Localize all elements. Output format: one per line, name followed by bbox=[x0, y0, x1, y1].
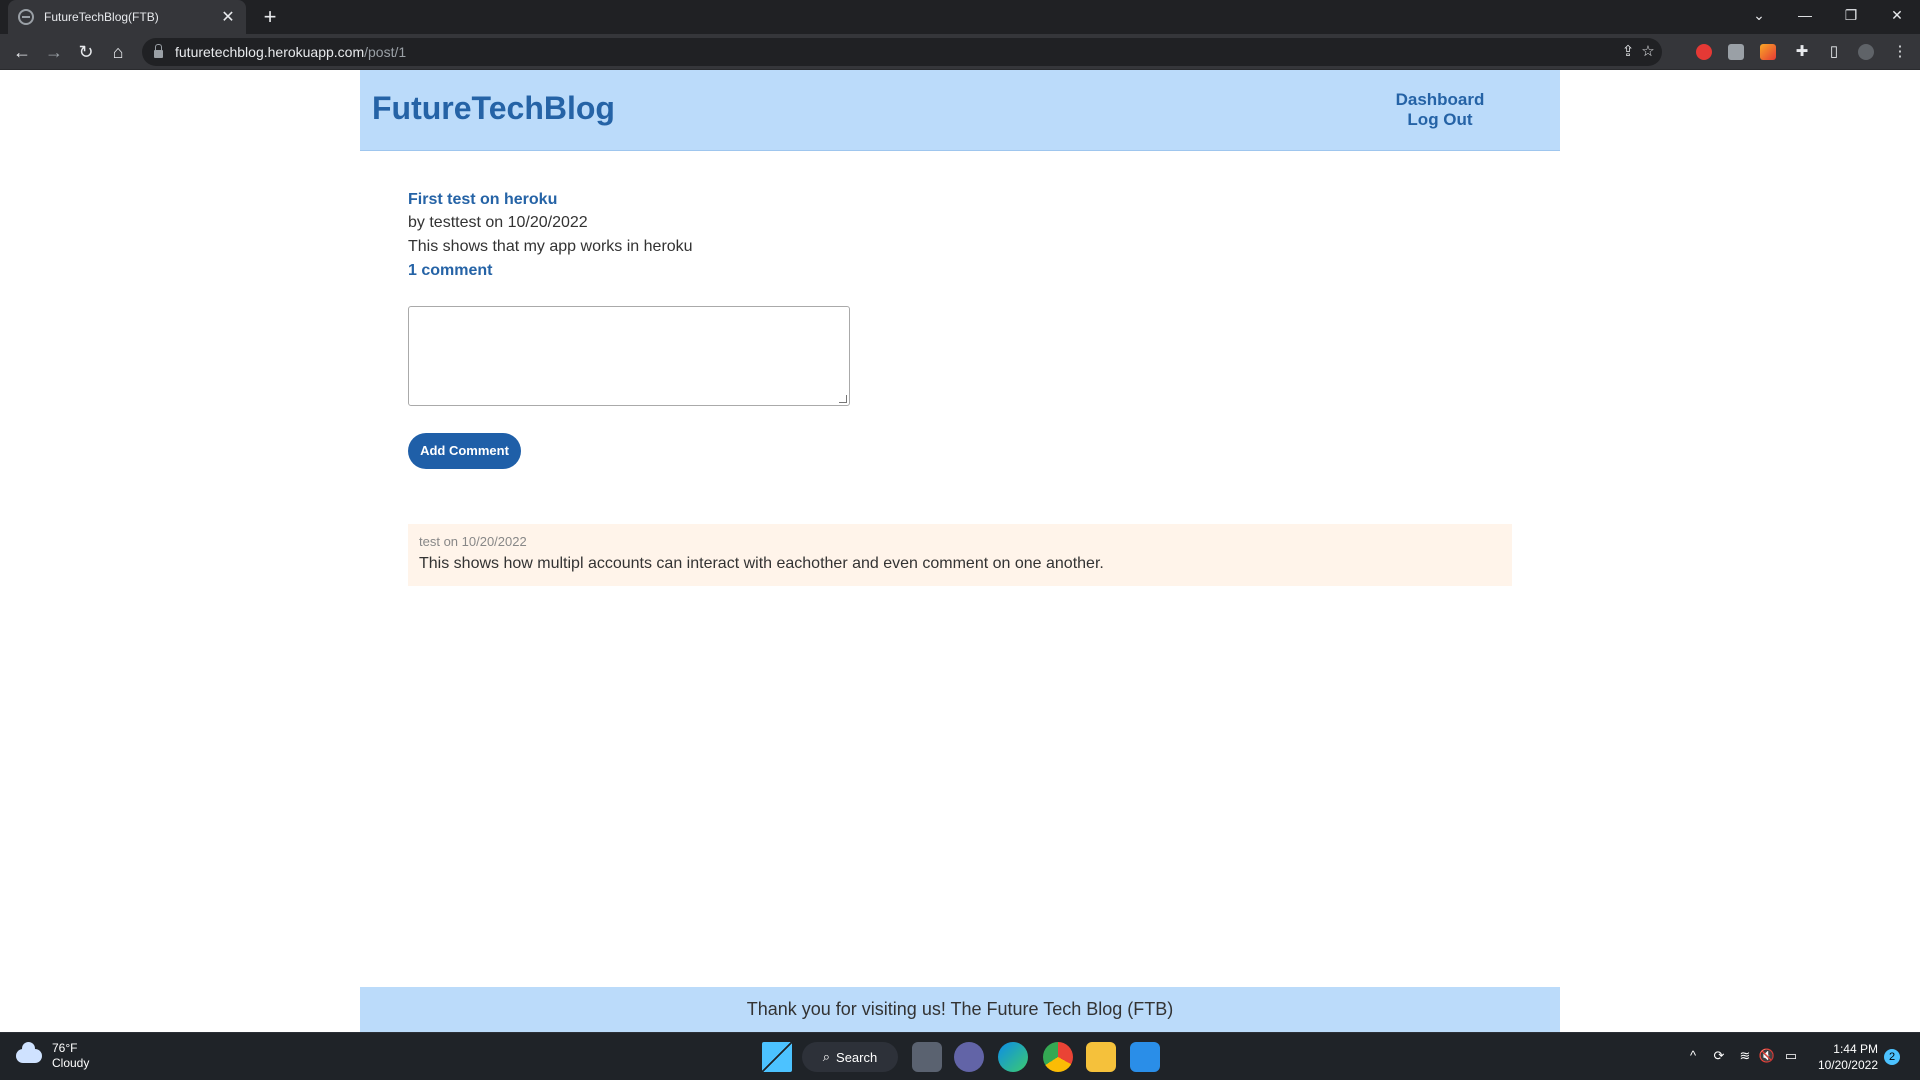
side-panel-icon[interactable]: ▯ bbox=[1822, 40, 1846, 64]
comment-textarea[interactable] bbox=[408, 306, 850, 406]
lock-icon[interactable] bbox=[154, 44, 163, 58]
weather-temp: 76°F bbox=[52, 1041, 78, 1055]
edge-browser-icon[interactable] bbox=[998, 1042, 1028, 1072]
menu-kebab-icon[interactable]: ⋮ bbox=[1888, 40, 1912, 64]
site-nav: Dashboard Log Out bbox=[1380, 90, 1500, 130]
close-window-button[interactable]: ✕ bbox=[1874, 0, 1920, 30]
post-body: This shows that my app works in heroku bbox=[408, 238, 693, 255]
extension-gray-icon[interactable] bbox=[1728, 44, 1744, 60]
reload-button[interactable]: ↻ bbox=[72, 38, 100, 66]
site-footer: Thank you for visiting us! The Future Te… bbox=[360, 987, 1560, 1032]
add-comment-button[interactable]: Add Comment bbox=[408, 433, 521, 469]
comments-count-link[interactable]: 1 comment bbox=[408, 259, 693, 283]
restore-button[interactable]: ❐ bbox=[1828, 0, 1874, 30]
chrome-browser-icon[interactable] bbox=[1043, 1042, 1073, 1072]
back-button[interactable]: ← bbox=[8, 38, 36, 66]
cloud-icon bbox=[16, 1042, 42, 1063]
extension-red-icon[interactable] bbox=[1696, 44, 1712, 60]
windows-taskbar: 76°F Cloudy ⌕ Search ^ ⟳ ≋ 🔇 ▭ 1:44 PM 1… bbox=[0, 1032, 1920, 1080]
start-windows-icon[interactable] bbox=[762, 1042, 792, 1072]
globe-icon bbox=[18, 9, 34, 25]
url-host: futuretechblog.herokuapp.com bbox=[175, 44, 365, 60]
post-title[interactable]: First test on heroku bbox=[408, 189, 693, 211]
extensions-puzzle-icon[interactable]: ✚ bbox=[1790, 40, 1814, 64]
address-bar[interactable]: futuretechblog.herokuapp.com /post/1 ⇪ ☆ bbox=[142, 38, 1662, 66]
vscode-icon[interactable] bbox=[1130, 1042, 1160, 1072]
taskbar-search-button[interactable]: ⌕ Search bbox=[802, 1042, 898, 1072]
post-meta: by testtest on 10/20/2022 bbox=[408, 214, 588, 231]
browser-tab-strip: FutureTechBlog(FTB) ✕ + ⌄ — ❐ ✕ bbox=[0, 0, 1920, 34]
tab-search-chevron-icon[interactable]: ⌄ bbox=[1736, 0, 1782, 30]
file-explorer-icon[interactable] bbox=[1086, 1042, 1116, 1072]
taskbar-clock[interactable]: 1:44 PM 10/20/2022 bbox=[1810, 1041, 1878, 1073]
battery-icon[interactable]: ▭ bbox=[1782, 1047, 1800, 1065]
logout-link[interactable]: Log Out bbox=[1380, 110, 1500, 130]
dashboard-link[interactable]: Dashboard bbox=[1380, 90, 1500, 110]
post: First test on heroku by testtest on 10/2… bbox=[408, 189, 693, 283]
comment-card: test on 10/20/2022 This shows how multip… bbox=[408, 524, 1512, 586]
browser-tab[interactable]: FutureTechBlog(FTB) ✕ bbox=[8, 0, 246, 34]
bookmark-star-icon[interactable]: ☆ bbox=[1636, 40, 1660, 64]
profile-avatar[interactable] bbox=[1858, 44, 1874, 60]
clock-date: 10/20/2022 bbox=[1817, 1058, 1878, 1072]
web-page: FutureTechBlog Dashboard Log Out First t… bbox=[0, 70, 1920, 1032]
browser-toolbar: ← → ↻ ⌂ futuretechblog.herokuapp.com /po… bbox=[0, 34, 1920, 70]
close-tab-icon[interactable]: ✕ bbox=[220, 7, 236, 27]
taskbar-search-label: Search bbox=[836, 1049, 878, 1065]
notification-badge[interactable]: 2 bbox=[1884, 1049, 1900, 1065]
url-path: /post/1 bbox=[364, 44, 407, 60]
volume-muted-icon[interactable]: 🔇 bbox=[1758, 1047, 1776, 1065]
wifi-icon[interactable]: ≋ bbox=[1736, 1047, 1754, 1065]
clock-time: 1:44 PM bbox=[1833, 1042, 1878, 1056]
sync-icon[interactable]: ⟳ bbox=[1710, 1047, 1728, 1065]
resize-grip-icon[interactable] bbox=[839, 395, 847, 403]
comment-text: This shows how multipl accounts can inte… bbox=[419, 555, 1104, 572]
comment-meta: test on 10/20/2022 bbox=[419, 534, 527, 549]
forward-button[interactable]: → bbox=[40, 38, 68, 66]
extension-pen-icon[interactable] bbox=[1760, 44, 1776, 60]
new-tab-button[interactable]: + bbox=[256, 4, 284, 30]
home-button[interactable]: ⌂ bbox=[104, 38, 132, 66]
weather-widget[interactable]: 76°F Cloudy bbox=[16, 1041, 89, 1071]
weather-desc: Cloudy bbox=[52, 1056, 90, 1070]
site-title[interactable]: FutureTechBlog bbox=[372, 90, 615, 127]
site-header: FutureTechBlog Dashboard Log Out bbox=[360, 70, 1560, 151]
minimize-button[interactable]: — bbox=[1782, 0, 1828, 30]
tab-title: FutureTechBlog(FTB) bbox=[44, 10, 159, 24]
teams-chat-icon[interactable] bbox=[954, 1042, 984, 1072]
show-hidden-icons-chevron-icon[interactable]: ^ bbox=[1684, 1047, 1702, 1065]
task-view-icon[interactable] bbox=[912, 1042, 942, 1072]
search-icon: ⌕ bbox=[822, 1049, 831, 1064]
